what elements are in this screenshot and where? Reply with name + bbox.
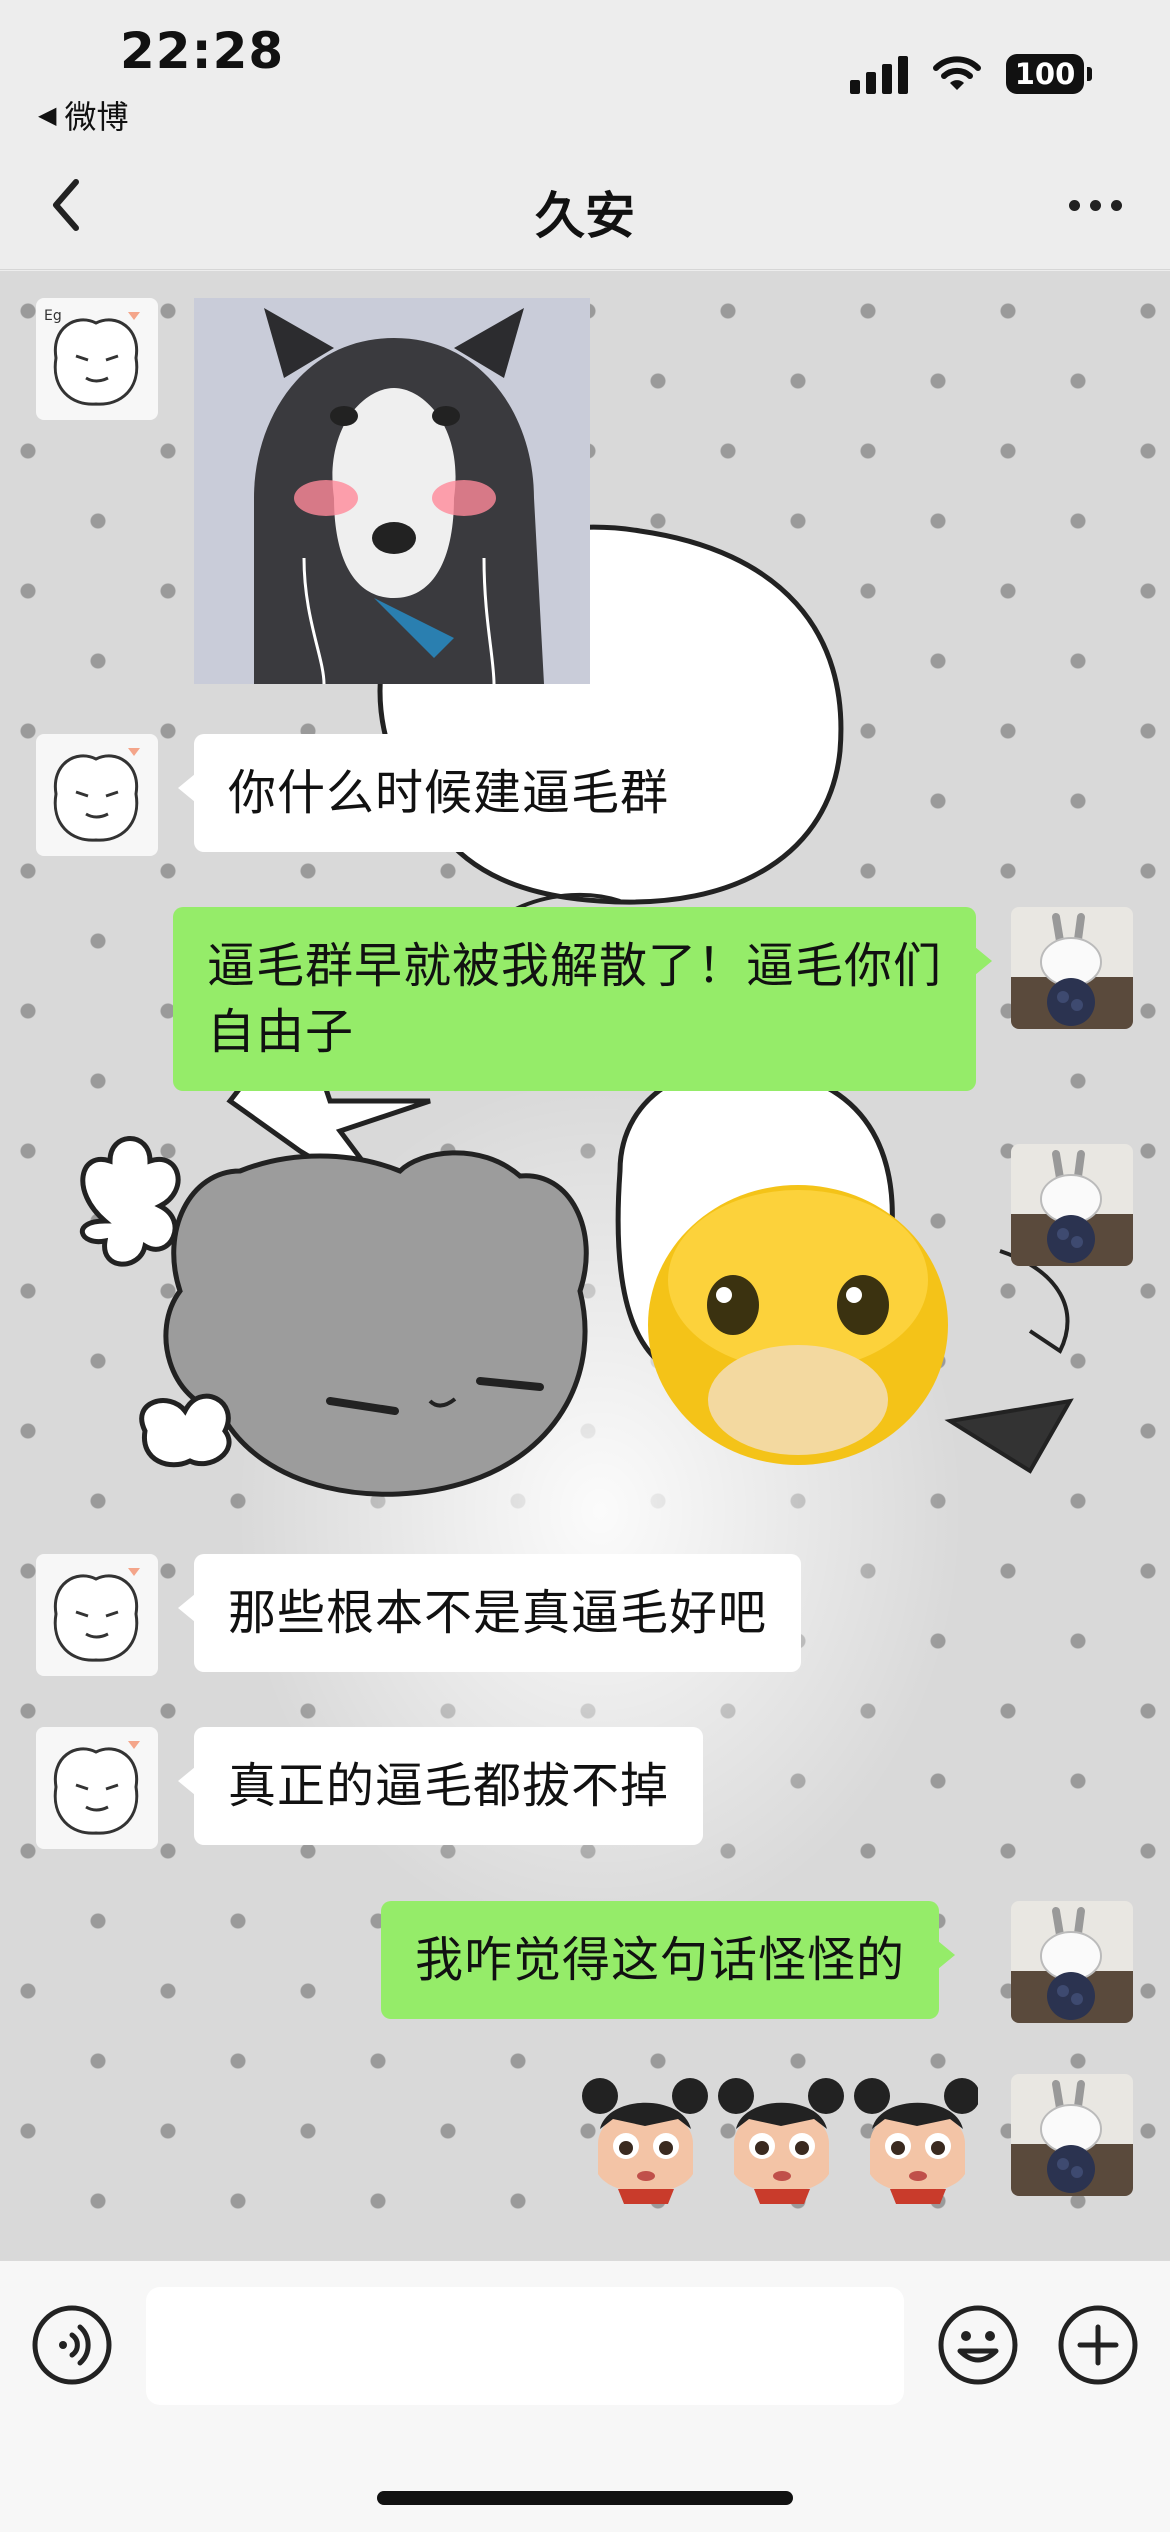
emoji-icon: [938, 2305, 1018, 2385]
status-bar: 22:28 ◀ 微博 100: [0, 0, 1170, 140]
more-functions-button[interactable]: [1056, 2303, 1140, 2387]
voice-button[interactable]: [30, 2303, 114, 2387]
incoming-message-bubble[interactable]: 你什么时候建逼毛群: [177, 734, 704, 852]
back-to-app-link[interactable]: ◀ 微博: [38, 92, 128, 138]
battery-icon: 100: [1006, 54, 1092, 94]
my-avatar[interactable]: [1011, 1901, 1133, 2023]
signal-icon: [850, 54, 908, 94]
chat-header: 久安: [0, 140, 1170, 270]
incoming-message-bubble[interactable]: 真正的逼毛都拔不掉: [177, 1727, 704, 1845]
my-avatar[interactable]: [1011, 1144, 1133, 1266]
back-app-label: 微博: [64, 98, 129, 136]
contact-avatar[interactable]: [36, 734, 158, 856]
back-triangle-icon: ◀: [38, 101, 57, 129]
more-dots-icon: [1068, 199, 1080, 211]
message-input[interactable]: [146, 2287, 904, 2405]
husky-meme-image[interactable]: [194, 298, 590, 684]
svg-text:Eg: Eg: [44, 308, 62, 324]
more-button[interactable]: [1050, 170, 1140, 240]
contact-avatar[interactable]: Eg: [36, 298, 158, 420]
my-avatar[interactable]: [1011, 2074, 1133, 2196]
yellow-chick-sticker[interactable]: [628, 1160, 966, 1480]
outgoing-message-bubble[interactable]: 逼毛群早就被我解散了！逼毛你们自由子: [173, 907, 992, 1091]
three-girl-faces-sticker[interactable]: [578, 2074, 978, 2204]
status-icons: 100: [850, 54, 1092, 94]
contact-avatar[interactable]: [36, 1727, 158, 1849]
outgoing-message-bubble[interactable]: 我咋觉得这句话怪怪的: [381, 1901, 956, 2019]
wifi-icon: [933, 56, 981, 90]
input-bar: [0, 2260, 1170, 2532]
incoming-message-bubble[interactable]: 那些根本不是真逼毛好吧: [177, 1554, 802, 1672]
contact-avatar[interactable]: [36, 1554, 158, 1676]
plus-icon: [1058, 2305, 1138, 2385]
battery-level: 100: [1006, 54, 1084, 94]
chat-area[interactable]: Eg 你什么时候建逼毛群 逼毛群早就被我解散了！逼毛你们自由子 那些根本不是真逼…: [0, 271, 1170, 2260]
emoji-button[interactable]: [936, 2303, 1020, 2387]
status-time: 22:28: [120, 22, 285, 80]
voice-icon: [32, 2305, 112, 2385]
home-indicator[interactable]: [377, 2491, 793, 2505]
my-avatar[interactable]: [1011, 907, 1133, 1029]
chat-title: 久安: [535, 187, 635, 245]
